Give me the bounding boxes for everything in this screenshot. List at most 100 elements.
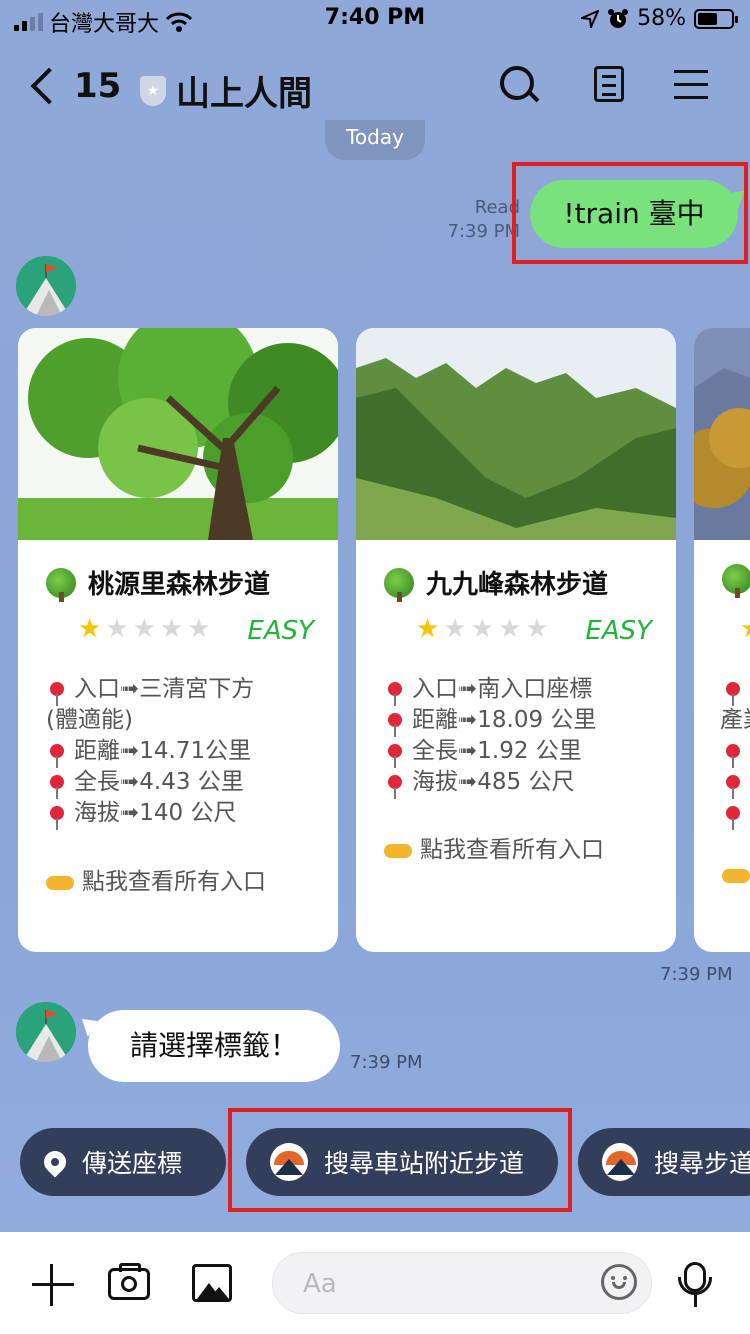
- quick-reply-label: 傳送座標: [82, 1149, 183, 1178]
- image-icon[interactable]: [192, 1264, 232, 1302]
- star-empty-icon: ★: [105, 614, 129, 644]
- entrance-text: 入口➟南入口座標: [412, 676, 593, 702]
- location-pin-icon: [39, 1146, 71, 1178]
- trail-name: 九九峰森林步道: [384, 564, 609, 602]
- view-entrances-text: 點我查看所有入口: [420, 837, 604, 863]
- pin-icon: [50, 744, 64, 768]
- trail-name-text: 桃源里森林步道: [88, 570, 271, 600]
- plus-icon[interactable]: [32, 1264, 74, 1306]
- status-bar: 台灣大哥大 7:40 PM 58%: [0, 0, 750, 40]
- location-arrow-icon: [581, 9, 600, 28]
- alarm-icon: [608, 8, 629, 28]
- trail-name-text: 九九峰森林步道: [426, 570, 609, 600]
- chat-title-group[interactable]: ★ 山上人間: [140, 66, 312, 115]
- quick-reply-search-trails[interactable]: 搜尋步道: [578, 1128, 750, 1196]
- trail-details: 產業: [720, 674, 750, 830]
- distance-text: 距離➟18.09 公里: [412, 707, 597, 733]
- altitude-text: 海拔➟485 公尺: [412, 769, 575, 795]
- trail-card[interactable]: 九九峰森林步道 ★ ★ ★ ★ ★ EASY 入口➟南入口座標 距離➟18.09 公里 …: [356, 328, 676, 952]
- view-entrances-link[interactable]: [722, 862, 750, 888]
- highlight-quick-reply: [228, 1108, 572, 1212]
- star-empty-icon: ★: [470, 614, 494, 644]
- highlight-sent-message: [512, 162, 748, 264]
- back-button[interactable]: 15: [26, 66, 121, 106]
- unread-count: 15: [74, 66, 122, 106]
- pin-icon: [50, 775, 64, 799]
- pin-icon: [388, 713, 402, 737]
- battery-icon: [694, 8, 738, 29]
- mountain-avatar-icon: [16, 1002, 76, 1062]
- menu-icon[interactable]: [674, 64, 714, 104]
- rating-stars: ★ ★ ★ ★ ★: [416, 614, 549, 644]
- trail-photo-image: [356, 328, 676, 540]
- star-empty-icon: ★: [497, 614, 522, 644]
- carousel-time: 7:39 PM: [660, 964, 733, 985]
- read-receipt: Read: [474, 197, 520, 218]
- quick-reply-label: 搜尋步道: [653, 1149, 750, 1178]
- tree-icon: [46, 567, 76, 602]
- rating-stars: ★: [740, 614, 750, 644]
- trail-name: 桃源里森林步道: [46, 564, 271, 602]
- message-field[interactable]: [272, 1252, 652, 1314]
- view-entrances-link[interactable]: 點我查看所有入口: [46, 862, 266, 896]
- pin-icon: [50, 806, 64, 830]
- chat-title: 山上人間: [176, 74, 312, 114]
- view-entrances-link[interactable]: 點我查看所有入口: [384, 830, 604, 864]
- camera-icon[interactable]: [108, 1263, 150, 1300]
- pointing-hand-icon: [46, 875, 74, 890]
- header-actions: [498, 64, 714, 104]
- trail-photo-image: [18, 328, 338, 540]
- sent-time: 7:39 PM: [447, 221, 520, 242]
- distance-text: 距離➟14.71公里: [74, 738, 252, 764]
- message-input-bar: [0, 1232, 750, 1334]
- battery-percent: 58%: [637, 6, 686, 31]
- rating-stars: ★ ★ ★ ★ ★: [78, 614, 211, 644]
- mountain-avatar-icon: [16, 256, 76, 316]
- pin-icon: [50, 682, 64, 706]
- pin-icon: [726, 806, 740, 830]
- star-filled-icon: ★: [78, 614, 102, 644]
- difficulty-label: EASY: [247, 616, 314, 646]
- bot-avatar[interactable]: [16, 1002, 76, 1062]
- trail-details: 入口➟南入口座標 距離➟18.09 公里 全長➟1.92 公里 海拔➟485 公…: [384, 674, 654, 799]
- star-empty-icon: ★: [525, 614, 549, 644]
- trail-card-partial[interactable]: ★ 產業: [694, 328, 750, 952]
- date-divider: Today: [325, 120, 425, 160]
- star-filled-icon: ★: [416, 614, 440, 644]
- quick-reply-send-location[interactable]: 傳送座標: [20, 1128, 226, 1196]
- status-right: 58%: [581, 6, 738, 31]
- entrance-text: 入口➟三清宮下方: [74, 676, 255, 702]
- difficulty-label: EASY: [585, 616, 652, 646]
- sent-message-meta: Read 7:39 PM: [447, 196, 520, 244]
- received-time: 7:39 PM: [350, 1052, 423, 1073]
- entrance-continued: 產業: [720, 707, 750, 733]
- battery-fill: [698, 12, 717, 25]
- pin-icon: [726, 744, 740, 768]
- message-input[interactable]: [301, 1265, 585, 1303]
- emoji-icon[interactable]: [601, 1264, 637, 1300]
- microphone-icon[interactable]: [678, 1262, 712, 1307]
- star-empty-icon: ★: [443, 614, 467, 644]
- pointing-hand-icon: [384, 843, 412, 858]
- star-empty-icon: ★: [187, 614, 211, 644]
- star-filled-icon: ★: [740, 614, 750, 644]
- chat-header: 15 ★ 山上人間: [0, 52, 750, 122]
- star-empty-icon: ★: [159, 614, 184, 644]
- length-text: 全長➟1.92 公里: [412, 738, 582, 764]
- official-account-shield-icon: ★: [140, 75, 166, 106]
- pin-icon: [726, 682, 740, 706]
- tree-icon: [722, 564, 750, 598]
- length-text: 全長➟4.43 公里: [74, 769, 244, 795]
- pin-icon: [726, 775, 740, 799]
- pin-icon: [388, 744, 402, 768]
- notes-icon[interactable]: [594, 66, 624, 102]
- search-icon[interactable]: [498, 64, 540, 104]
- trail-details: 入口➟三清宮下方 (體適能) 距離➟14.71公里 全長➟4.43 公里 海拔➟…: [46, 674, 316, 830]
- trail-photo-image: [694, 328, 750, 540]
- mountain-logo-icon: [602, 1143, 638, 1181]
- received-message-bubble[interactable]: 請選擇標籤！: [88, 1010, 340, 1082]
- bot-avatar[interactable]: [16, 256, 76, 316]
- trail-card[interactable]: 桃源里森林步道 ★ ★ ★ ★ ★ EASY 入口➟三清宮下方 (體適能) 距離➟14.…: [18, 328, 338, 952]
- entrance-continued: (體適能): [46, 707, 133, 733]
- star-empty-icon: ★: [132, 614, 156, 644]
